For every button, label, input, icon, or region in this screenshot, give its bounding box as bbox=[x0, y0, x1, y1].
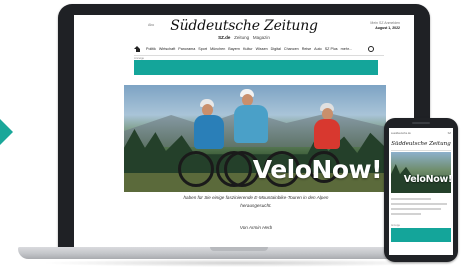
nav-item-wirtschaft[interactable]: Wirtschaft bbox=[159, 47, 175, 51]
search-icon[interactable] bbox=[368, 46, 374, 52]
phone-ad-label: Anzeige bbox=[391, 224, 401, 227]
nav-item-digital[interactable]: Digital bbox=[271, 47, 281, 51]
laptop-screen: Abo Süddeutsche Zeitung SZ.de Zeitung Ma… bbox=[74, 15, 414, 247]
subnav-zeitung[interactable]: Zeitung bbox=[234, 35, 249, 40]
subnav-szde[interactable]: SZ.de bbox=[218, 35, 230, 40]
ad-banner[interactable] bbox=[134, 60, 378, 75]
phone-text-line bbox=[391, 208, 441, 210]
phone-speaker bbox=[412, 122, 430, 124]
header-date: August 1, 2022 bbox=[375, 26, 400, 30]
accent-arrow bbox=[0, 119, 13, 145]
nav-item-mehr[interactable]: mehr... bbox=[341, 47, 352, 51]
nav-item-kultur[interactable]: Kultur bbox=[243, 47, 253, 51]
article-byline: Von Armin Herb bbox=[239, 225, 273, 230]
nav-item-muenchen[interactable]: München bbox=[210, 47, 225, 51]
teaser-line: herausgesucht. bbox=[240, 203, 272, 208]
home-icon[interactable] bbox=[134, 46, 141, 52]
phone-site-logo[interactable]: Süddeutsche Zeitung bbox=[389, 141, 453, 147]
phone-screen: sueddeutsche.de SZ Süddeutsche Zeitung V… bbox=[389, 128, 453, 255]
main-nav: Politik Wirtschaft Panorama Sport Münche… bbox=[134, 44, 374, 54]
site-subnav: SZ.de Zeitung Magazin bbox=[74, 35, 414, 40]
laptop-shadow bbox=[40, 259, 440, 267]
phone-text-line bbox=[391, 198, 431, 200]
site-logo[interactable]: Süddeutsche Zeitung bbox=[74, 18, 414, 34]
hero-title: VeloNow! bbox=[252, 155, 383, 184]
phone-url[interactable]: sueddeutsche.de bbox=[391, 132, 411, 135]
phone-divider bbox=[391, 150, 451, 151]
laptop-notch bbox=[210, 247, 268, 251]
phone-ad-banner[interactable] bbox=[391, 228, 451, 242]
nav-item-wissen[interactable]: Wissen bbox=[256, 47, 268, 51]
nav-item-politik[interactable]: Politik bbox=[146, 47, 156, 51]
teaser-line: haben für Sie einige faszinierende E-Mou… bbox=[183, 195, 329, 200]
nav-item-auto[interactable]: Auto bbox=[314, 47, 322, 51]
phone-text-line bbox=[391, 203, 447, 205]
hero-image[interactable]: VeloNow! bbox=[124, 85, 386, 192]
phone-text-line bbox=[391, 213, 421, 215]
nav-divider bbox=[134, 55, 384, 56]
phone-hero-image[interactable] bbox=[391, 152, 451, 193]
nav-item-chancen[interactable]: Chancen bbox=[284, 47, 299, 51]
phone-hero-title: VeloNow! bbox=[403, 174, 453, 185]
phone-status: SZ bbox=[447, 132, 451, 135]
nav-item-reise[interactable]: Reise bbox=[302, 47, 311, 51]
nav-item-bayern[interactable]: Bayern bbox=[228, 47, 240, 51]
subnav-magazin[interactable]: Magazin bbox=[253, 35, 270, 40]
nav-item-szplus[interactable]: SZ Plus bbox=[325, 47, 338, 51]
phone: sueddeutsche.de SZ Süddeutsche Zeitung V… bbox=[384, 118, 458, 262]
nav-item-sport[interactable]: Sport bbox=[198, 47, 207, 51]
laptop: Abo Süddeutsche Zeitung SZ.de Zeitung Ma… bbox=[58, 4, 430, 251]
article-teaser: haben für Sie einige faszinierende E-Mou… bbox=[134, 194, 378, 210]
header-right: Mein SZ Anmelden August 1, 2022 bbox=[370, 21, 400, 31]
nav-item-panorama[interactable]: Panorama bbox=[178, 47, 195, 51]
